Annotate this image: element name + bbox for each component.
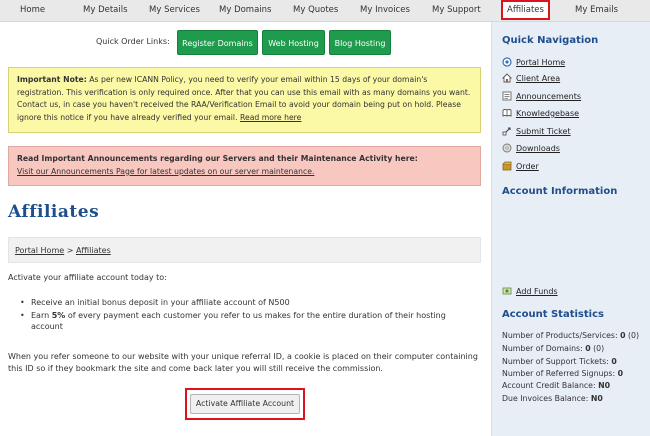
add-funds-icon [502,286,512,296]
nav-affiliates[interactable]: Affiliates [501,0,550,20]
nav-my-invoices[interactable]: My Invoices [360,0,410,22]
stat-support-tickets: Number of Support Tickets: 0 [502,357,617,366]
nav-my-services[interactable]: My Services [149,0,200,22]
order-icon [502,161,512,171]
account-statistics-heading: Account Statistics [502,309,604,320]
stat-credit-balance: Account Credit Balance: N0 [502,381,611,390]
nav-my-domains[interactable]: My Domains [219,0,271,22]
sidebar-item-order[interactable]: Order [502,161,539,173]
earn-text-post: of every payment each customer you refer… [31,310,446,332]
top-nav: Home My Details My Services My Domains M… [0,0,650,22]
commission-percent: 5% [51,310,66,320]
quick-order-label: Quick Order Links: [96,37,170,46]
quick-navigation-heading: Quick Navigation [502,35,599,46]
sidebar-item-portal-home[interactable]: Portal Home [502,57,565,69]
nav-home[interactable]: Home [20,0,45,22]
affiliate-intro: Activate your affiliate account today to… [8,273,167,282]
sidebar-item-downloads[interactable]: Downloads [502,143,560,155]
list-item: Receive an initial bonus deposit in your… [20,297,470,309]
submit-ticket-icon [502,126,512,136]
stat-referred-signups: Number of Referred Signups: 0 [502,369,624,378]
breadcrumb-affiliates[interactable]: Affiliates [76,246,111,255]
bonus-deposit-text: Receive an initial bonus deposit in your… [31,298,290,307]
page-title: Affiliates [8,202,100,222]
activate-affiliate-button[interactable]: Activate Affiliate Account [190,394,300,414]
announcements-notice-heading: Read Important Announcements regarding o… [17,154,418,163]
blog-hosting-button[interactable]: Blog Hosting [329,30,391,55]
client-area-icon [501,73,513,83]
breadcrumb: Portal Home > Affiliates [8,237,481,263]
account-information-heading: Account Information [502,186,618,197]
earn-text-pre: Earn [31,310,52,320]
stat-due-invoices: Due Invoices Balance: N0 [502,394,603,403]
sidebar-item-announcements[interactable]: Announcements [502,91,581,103]
stat-domains: Number of Domains: 0 (0) [502,344,605,353]
sidebar-item-client-area[interactable]: Client Area [501,73,560,85]
breadcrumb-separator: > [66,246,74,255]
quick-order-bar: Quick Order Links: Register Domains Web … [0,26,490,60]
register-domains-button[interactable]: Register Domains [177,30,258,55]
portal-home-icon [502,57,512,67]
list-item: Earn 5% of every payment each customer y… [20,310,470,333]
read-more-link[interactable]: Read more here [240,113,301,122]
knowledgebase-icon [502,108,512,118]
announcements-notice: Read Important Announcements regarding o… [8,146,481,186]
nav-my-quotes[interactable]: My Quotes [293,0,338,22]
announcements-icon [502,91,512,101]
nav-my-support[interactable]: My Support [432,0,481,22]
activate-highlight: Activate Affiliate Account [185,388,305,420]
sidebar: Quick Navigation Portal Home Client Area… [491,22,650,436]
web-hosting-button[interactable]: Web Hosting [262,30,325,55]
breadcrumb-portal-home[interactable]: Portal Home [15,246,64,255]
nav-my-details[interactable]: My Details [83,0,128,22]
announcements-page-link[interactable]: Visit our Announcements Page for latest … [17,167,314,176]
stat-products: Number of Products/Services: 0 (0) [502,331,640,340]
add-funds-link[interactable]: Add Funds [502,286,558,298]
downloads-icon [502,143,512,153]
benefits-list: Receive an initial bonus deposit in your… [20,297,470,334]
referral-explanation: When you refer someone to our website wi… [8,352,478,373]
sidebar-item-knowledgebase[interactable]: Knowledgebase [502,108,579,120]
nav-my-emails[interactable]: My Emails [575,0,618,22]
icann-notice: Important Note: As per new ICANN Policy,… [8,67,481,133]
sidebar-item-submit-ticket[interactable]: Submit Ticket [502,126,571,138]
icann-notice-heading: Important Note: [17,75,87,84]
